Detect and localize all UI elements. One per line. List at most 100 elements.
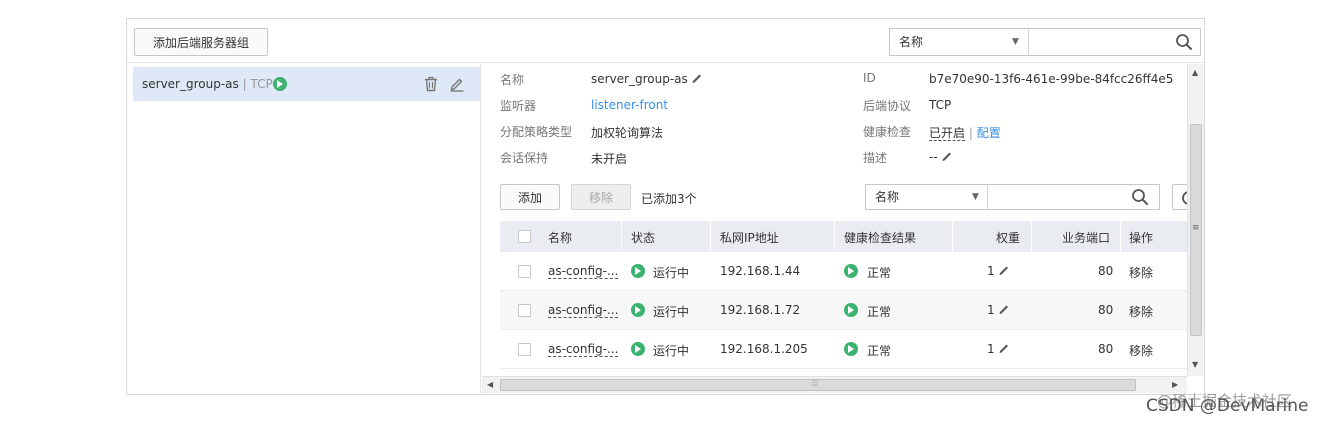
top-toolbar: 添加后端服务器组 名称 ▼ <box>127 19 1204 63</box>
edit-icon[interactable] <box>998 342 1010 354</box>
search-icon[interactable] <box>1174 32 1194 52</box>
healthy-status-icon <box>844 342 858 356</box>
add-member-button[interactable]: 添加 <box>500 184 560 210</box>
row-checkbox[interactable] <box>518 343 531 356</box>
column-header-port[interactable]: 业务端口 <box>1062 229 1110 246</box>
column-separator <box>834 221 835 252</box>
vertical-scroll-thumb[interactable]: ≡ <box>1190 124 1202 336</box>
edit-icon[interactable] <box>998 303 1010 315</box>
group-list: server_group-as | TCP <box>127 64 481 394</box>
member-search-field-select[interactable]: 名称 <box>866 185 988 209</box>
horizontal-scrollbar[interactable]: ◀ ⦙⦙⦙ ▶ <box>482 376 1187 393</box>
member-name-link[interactable]: as-config-... <box>548 303 619 318</box>
horizontal-scroll-thumb[interactable]: ⦙⦙⦙ <box>500 379 1136 391</box>
edit-icon[interactable] <box>998 264 1010 276</box>
member-weight: 1 <box>987 303 1010 317</box>
search-field-select[interactable]: 名称 <box>890 29 1029 55</box>
health-check-value: 已开启 | 配置 <box>929 124 1001 141</box>
row-checkbox[interactable] <box>518 265 531 278</box>
select-all-checkbox[interactable] <box>518 230 531 243</box>
running-status-icon <box>631 342 645 356</box>
member-status: 运行中 <box>653 344 690 358</box>
member-port: 80 <box>1098 303 1114 317</box>
member-status: 运行中 <box>653 305 690 319</box>
trash-icon[interactable] <box>423 76 439 92</box>
name-value: server_group-as <box>591 72 703 86</box>
remove-link[interactable]: 移除 <box>1129 264 1153 281</box>
table-row: as-config-... 运行中 192.168.1.72 正常 1 80 移… <box>500 291 1187 330</box>
column-header-action: 操作 <box>1129 231 1154 245</box>
group-label: server_group-as | TCP <box>142 77 273 91</box>
health-check-status: 已开启 <box>929 126 966 141</box>
watermark-csdn: CSDN @DevMarine <box>1146 396 1309 416</box>
add-backend-group-button[interactable]: 添加后端服务器组 <box>134 28 268 56</box>
group-separator: | <box>238 77 251 91</box>
running-status-icon <box>273 77 287 91</box>
table-row: as-config-... 运行中 192.168.1.205 正常 1 80 … <box>500 330 1187 369</box>
member-ip: 192.168.1.44 <box>720 264 801 278</box>
column-separator <box>1031 221 1032 252</box>
id-value: b7e70e90-13f6-461e-99be-84fcc26ff4e5 <box>929 72 1174 86</box>
health-config-link[interactable]: 配置 <box>977 126 1001 140</box>
member-health: 正常 <box>867 266 892 280</box>
edit-icon[interactable] <box>691 72 703 84</box>
protocol-label: 后端协议 <box>863 99 912 113</box>
table-header: 名称 状态 私网IP地址 健康检查结果 权重 业务端口 操作 <box>500 221 1187 252</box>
edit-icon[interactable] <box>941 150 953 162</box>
session-label: 会话保持 <box>500 151 549 165</box>
protocol-value: TCP <box>929 98 952 112</box>
scroll-right-icon[interactable]: ▶ <box>1172 380 1178 389</box>
member-weight: 1 <box>987 264 1010 278</box>
group-list-item[interactable]: server_group-as | TCP <box>133 67 480 101</box>
refresh-button[interactable] <box>1172 184 1187 210</box>
group-protocol: TCP <box>250 77 273 91</box>
grip-icon: ≡ <box>1192 223 1200 233</box>
column-header-name[interactable]: 名称 <box>548 229 572 246</box>
policy-label: 分配策略类型 <box>500 125 573 139</box>
column-header-ip[interactable]: 私网IP地址 <box>720 229 779 246</box>
group-detail: 名称 server_group-as 监听器 listener-front 分配… <box>482 64 1187 376</box>
edit-icon[interactable] <box>449 76 465 92</box>
id-label: ID <box>863 71 876 85</box>
group-search-box[interactable]: 名称 ▼ <box>889 28 1201 56</box>
added-count: 已添加3个 <box>641 192 697 206</box>
session-value: 未开启 <box>591 152 628 166</box>
group-name: server_group-as <box>142 77 239 91</box>
member-status: 运行中 <box>653 266 690 280</box>
member-name-link[interactable]: as-config-... <box>548 264 619 279</box>
description-label: 描述 <box>863 151 888 165</box>
vertical-scrollbar[interactable]: ▲ ≡ ▼ <box>1187 64 1204 376</box>
policy-value: 加权轮询算法 <box>591 126 664 140</box>
remove-member-button[interactable]: 移除 <box>571 184 631 210</box>
column-header-weight[interactable]: 权重 <box>996 229 1020 246</box>
column-header-status[interactable]: 状态 <box>631 229 655 246</box>
member-search-box[interactable]: 名称 ▼ <box>865 184 1160 210</box>
column-separator <box>1120 221 1121 252</box>
member-ip: 192.168.1.72 <box>720 303 801 317</box>
column-header-health[interactable]: 健康检查结果 <box>844 229 916 246</box>
member-port: 80 <box>1098 342 1114 356</box>
member-health: 正常 <box>867 305 892 319</box>
caret-down-icon[interactable]: ▼ <box>1012 29 1019 55</box>
member-ip: 192.168.1.205 <box>720 342 808 356</box>
remove-link[interactable]: 移除 <box>1129 303 1153 320</box>
refresh-icon <box>1182 191 1187 205</box>
scroll-up-icon[interactable]: ▲ <box>1192 68 1198 77</box>
column-separator <box>621 221 622 252</box>
weight-value: 1 <box>987 342 995 356</box>
running-status-icon <box>631 264 645 278</box>
table-row: as-config-... 运行中 192.168.1.44 正常 1 80 移… <box>500 252 1187 291</box>
health-check-label: 健康检查 <box>863 125 912 139</box>
description-value: -- <box>929 150 953 164</box>
name-label: 名称 <box>500 73 525 87</box>
caret-down-icon[interactable]: ▼ <box>972 185 979 209</box>
search-icon[interactable] <box>1130 187 1150 207</box>
member-name-link[interactable]: as-config-... <box>548 342 619 357</box>
backend-server-group-panel: 添加后端服务器组 名称 ▼ server_group-as | TCP 名称 s… <box>126 18 1205 395</box>
scroll-down-icon[interactable]: ▼ <box>1192 360 1198 369</box>
row-checkbox[interactable] <box>518 304 531 317</box>
description-text: -- <box>929 150 938 164</box>
listener-link[interactable]: listener-front <box>591 98 668 112</box>
scroll-left-icon[interactable]: ◀ <box>487 380 493 389</box>
remove-link[interactable]: 移除 <box>1129 342 1153 359</box>
